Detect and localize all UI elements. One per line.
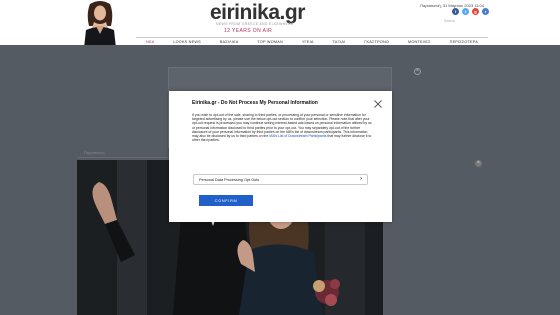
rss-icon[interactable]: r	[482, 8, 489, 15]
nav-item-top-woman[interactable]: TOP WOMAN	[257, 38, 283, 45]
nav-item-royals[interactable]: ΒΑΣΙΛΙΚΑ	[220, 38, 239, 45]
dialog-title: Eirinika.gr - Do Not Process My Personal…	[192, 100, 318, 106]
confirm-button[interactable]: CONFIRM	[199, 195, 253, 206]
ad-close-icon[interactable]: ×	[414, 68, 421, 75]
nav-item-gastronomy[interactable]: ΓΚΑΣΤΡΟΝΟ	[364, 38, 389, 45]
google-plus-icon[interactable]: g	[472, 8, 479, 15]
twitter-icon[interactable]: t	[462, 8, 469, 15]
breadcrumb[interactable]: Παρασκευή	[84, 150, 104, 155]
nav-item-more[interactable]: ΠΕΡΙΣΣΟΤΕΡΑ	[450, 38, 478, 45]
dialog-body: If you wish to opt-out of the sale, shar…	[192, 113, 372, 142]
nav-item-models[interactable]: ΜΟΝΤΕΛΕΣ	[408, 38, 431, 45]
nav-item-news[interactable]: ΝΕΑ	[146, 38, 154, 45]
iab-participants-link[interactable]: IAB's List of Downstream Participants	[269, 134, 326, 138]
site-header: eirinika.gr NEWS FROM GREECE AND ELSEWHE…	[0, 0, 560, 48]
nav-item-looks-news[interactable]: LOOKS NEWS	[173, 38, 201, 45]
side-ad-close-icon[interactable]: ×	[475, 160, 482, 167]
search-input[interactable]: Search	[444, 18, 484, 25]
chevron-right-icon: ›	[360, 176, 362, 182]
nav-item-health[interactable]: ΥΓΕΙΑ	[302, 38, 314, 45]
facebook-icon[interactable]: f	[452, 8, 459, 15]
nav-item-travel[interactable]: ΤΑΞΙΔΙ	[332, 38, 345, 45]
site-tagline: NEWS FROM GREECE AND ELSEWHERE	[216, 22, 294, 26]
opt-out-category-label: Personal Data Processing Opt Outs	[199, 178, 260, 182]
privacy-opt-out-dialog: Eirinika.gr - Do Not Process My Personal…	[169, 91, 392, 222]
social-links: f t g r	[452, 8, 489, 15]
years-on-air-label: 12 YEARS ON AIR	[224, 28, 273, 34]
header-portrait-image	[80, 0, 120, 48]
close-icon[interactable]	[373, 96, 383, 108]
main-nav: ΝΕΑ LOOKS NEWS ΒΑΣΙΛΙΚΑ TOP WOMAN ΥΓΕΙΑ …	[136, 37, 488, 45]
opt-out-category-row[interactable]: Personal Data Processing Opt Outs ›	[193, 174, 368, 185]
